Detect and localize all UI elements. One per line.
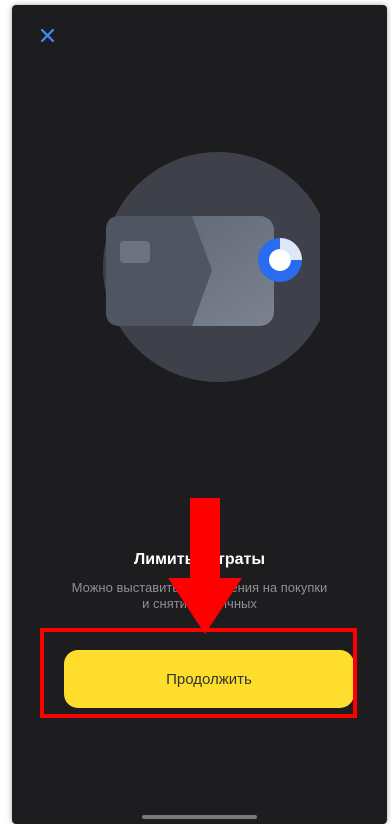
close-icon[interactable]: [34, 21, 62, 49]
page-title: Лимиты и траты: [134, 551, 265, 568]
page-subtitle: Можно выставить ограничения на покупки и…: [52, 580, 347, 612]
card-chip-icon: [120, 241, 150, 263]
subtitle-line-1: Можно выставить ограничения на покупки: [71, 580, 328, 595]
screenshot-frame: Лимиты и траты Можно выставить ограничен…: [0, 0, 391, 824]
onboarding-screen: Лимиты и траты Можно выставить ограничен…: [12, 5, 387, 824]
subtitle-line-2: и снятие наличных: [142, 596, 257, 611]
continue-button[interactable]: Продолжить: [64, 650, 354, 708]
card-fold-shape: [106, 216, 212, 326]
home-indicator[interactable]: [142, 815, 257, 819]
progress-ring-inner: [269, 249, 291, 271]
card-limits-illustration: [100, 150, 333, 385]
